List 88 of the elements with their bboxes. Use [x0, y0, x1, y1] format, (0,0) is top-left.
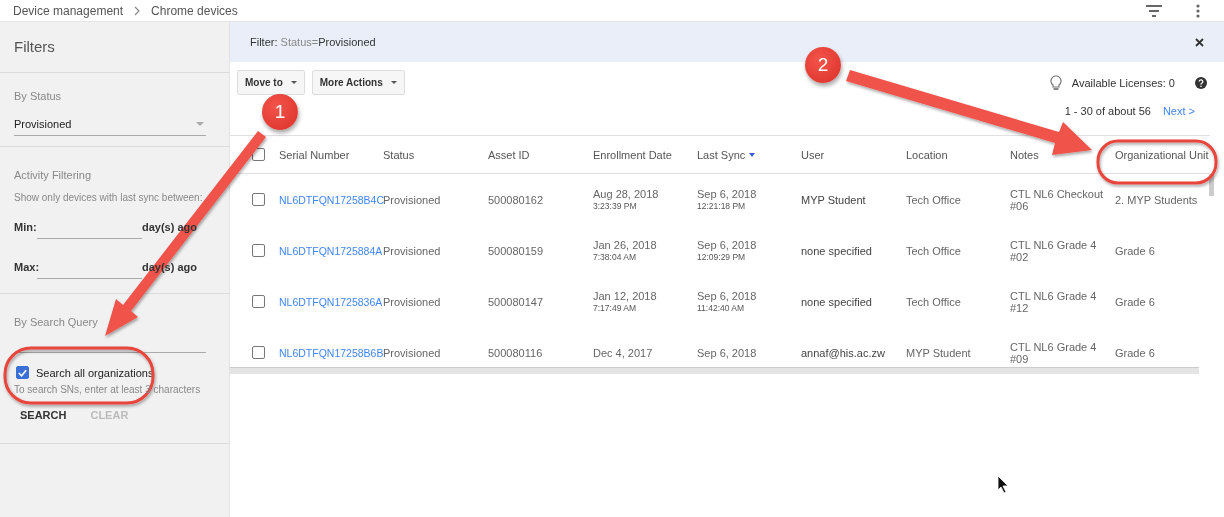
- table-cell-text: 500080159: [488, 244, 545, 257]
- sidebar-title: Filters: [14, 37, 56, 57]
- table-cell-text: MYP Student: [906, 346, 972, 359]
- hint-text: Show only devices with last sync between:: [14, 192, 204, 203]
- serial-link[interactable]: NL6DTFQN17258B4C: [279, 193, 383, 206]
- table-cell-text: Provisioned: [383, 244, 442, 257]
- row-checkbox[interactable]: [252, 244, 265, 257]
- date-text: Sep 6, 2018: [697, 239, 758, 251]
- filter-text: Filter: Status=Provisioned: [250, 36, 377, 48]
- column-header[interactable]: Location: [906, 148, 948, 161]
- table-cell-text: Tech Office: [906, 244, 962, 257]
- time-text: 12:21:18 PM: [697, 201, 747, 211]
- license-count: Available Licenses: 0: [1071, 76, 1175, 89]
- column-header[interactable]: Notes: [1010, 148, 1039, 161]
- date-text: Aug 28, 2018: [593, 188, 660, 200]
- date-text: Jan 26, 2018: [593, 239, 658, 251]
- column-header[interactable]: Enrollment Date: [593, 148, 672, 161]
- filter-icon[interactable]: [1146, 4, 1162, 17]
- column-header[interactable]: Status: [383, 148, 415, 161]
- search-button[interactable]: SEARCH: [20, 409, 67, 421]
- table-cell-text: Provisioned: [383, 193, 442, 206]
- date-text: Sep 6, 2018: [697, 346, 758, 359]
- table-cell-text: none specified: [801, 295, 873, 308]
- row-checkbox[interactable]: [252, 295, 265, 308]
- column-header[interactable]: Organizational Unit: [1115, 148, 1209, 161]
- date-text: Sep 6, 2018: [697, 290, 758, 302]
- help-icon[interactable]: [1195, 76, 1207, 89]
- pointer-icon: [997, 475, 1009, 494]
- time-text: 11:42:40 AM: [697, 303, 746, 313]
- column-header[interactable]: Last Sync: [697, 148, 746, 161]
- row-checkbox[interactable]: [252, 193, 265, 206]
- lightbulb-icon: [1049, 75, 1062, 90]
- table-cell-text: CTL NL6 Grade 4 #02: [1010, 238, 1098, 263]
- table-cell-text: Grade 6: [1115, 295, 1156, 308]
- breadcrumb-item: Chrome devices: [151, 3, 238, 18]
- time-text: 12:09:29 PM: [697, 252, 747, 262]
- field-label: Min:: [14, 221, 37, 233]
- section-label: Activity Filtering: [14, 169, 93, 181]
- table-cell-text: CTL NL6 Grade 4 #09: [1010, 340, 1098, 365]
- scrollbar[interactable]: [230, 367, 1199, 374]
- field-label: Max:: [14, 261, 37, 273]
- table-cell-text: 500080116: [488, 346, 544, 359]
- action-dropdown[interactable]: More Actions: [311, 70, 405, 95]
- serial-link[interactable]: NL6DTFQN17258B6B: [279, 346, 383, 359]
- table-cell-text: Tech Office: [906, 193, 962, 206]
- date-text: Sep 6, 2018: [697, 188, 758, 200]
- table-cell-text: 2. MYP Students: [1115, 193, 1199, 206]
- table-cell-text: CTL NL6 Grade 4 #12: [1010, 289, 1098, 314]
- table-cell-text: Provisioned: [383, 346, 442, 359]
- column-header[interactable]: Asset ID: [488, 148, 530, 161]
- scrollbar-thumb[interactable]: [1209, 174, 1214, 196]
- serial-link[interactable]: NL6DTFQN1725836A: [279, 295, 383, 308]
- checkbox[interactable]: [16, 366, 29, 379]
- table-cell-text: 500080147: [488, 295, 545, 308]
- breadcrumb-item[interactable]: Device management: [13, 3, 124, 18]
- time-text: 7:17:49 AM: [593, 303, 637, 313]
- more-icon[interactable]: [1196, 3, 1200, 18]
- table-cell-text: annaf@his.ac.zw: [801, 346, 886, 359]
- table-cell-text: 500080162: [488, 193, 545, 206]
- row-checkbox[interactable]: [252, 346, 265, 359]
- table-cell-text: Provisioned: [383, 295, 442, 308]
- date-text: Jan 12, 2018: [593, 290, 658, 302]
- serial-link[interactable]: NL6DTFQN1725884A: [279, 244, 383, 257]
- status-dropdown[interactable]: Provisioned: [14, 114, 206, 136]
- table-cell-text: none specified: [801, 244, 873, 257]
- caret-icon: [196, 122, 204, 126]
- section-label: By Search Query: [14, 316, 99, 328]
- close-icon[interactable]: [1195, 37, 1204, 47]
- date-text: Dec 4, 2017: [593, 346, 654, 359]
- page-range: 1 - 30 of about 56: [1064, 105, 1151, 117]
- chevron-icon: [133, 5, 142, 16]
- table-cell-text: Tech Office: [906, 295, 962, 308]
- time-text: 3:23:39 PM: [593, 201, 638, 211]
- hint-text: To search SNs, enter at least 3 characters: [14, 384, 202, 395]
- action-dropdown[interactable]: Move to: [237, 70, 305, 95]
- column-header[interactable]: Serial Number: [279, 148, 350, 161]
- time-text: 7:38:04 AM: [593, 252, 637, 262]
- table-cell-text: Grade 6: [1115, 244, 1156, 257]
- table-cell-text: CTL NL6 Checkout #06: [1010, 187, 1105, 212]
- column-header[interactable]: User: [801, 148, 825, 161]
- checkbox-label[interactable]: Search all organizations: [36, 366, 154, 379]
- table-cell-text: MYP Student: [801, 193, 867, 206]
- next-link[interactable]: Next >: [1162, 105, 1195, 117]
- table-cell-text: Grade 6: [1115, 346, 1156, 359]
- caret-icon: [290, 81, 297, 84]
- sort-icon[interactable]: [749, 152, 756, 157]
- section-label: By Status: [14, 90, 63, 102]
- caret-icon: [390, 81, 397, 84]
